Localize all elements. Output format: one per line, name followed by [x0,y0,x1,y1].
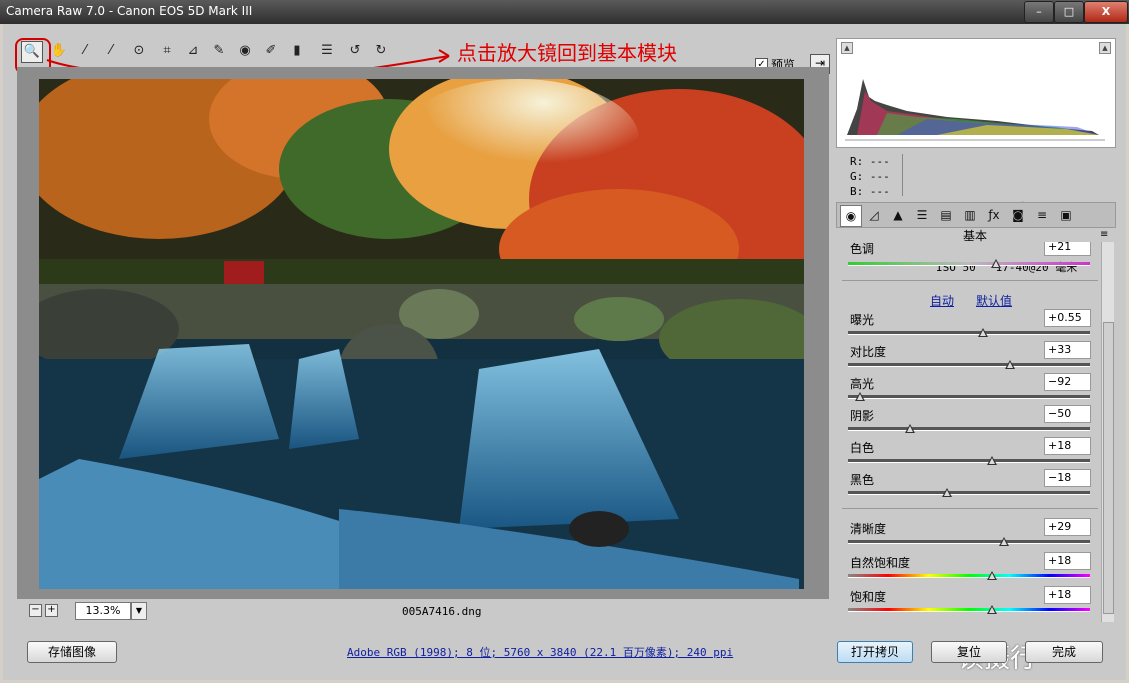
tab-split-toning-icon[interactable]: ▤ [936,205,956,225]
histogram-graph [845,55,1105,141]
divider [842,508,1098,509]
tab-lens-icon[interactable]: ▥ [960,205,980,225]
minimize-button[interactable]: – [1024,1,1054,23]
zoom-in-button[interactable]: + [45,604,58,617]
tab-snapshots-icon[interactable]: ▣ [1056,205,1076,225]
tab-hsl-icon[interactable]: ☰ [912,205,932,225]
slider-value[interactable]: +18 [1044,552,1091,570]
slider-value[interactable]: +18 [1044,437,1091,455]
tab-tone-curve-icon[interactable]: ◿ [864,205,884,225]
slider-track[interactable] [848,608,1090,612]
zoom-dropdown[interactable]: ▼ [131,602,147,620]
image-canvas[interactable] [17,67,829,621]
tab-presets-icon[interactable]: ≡ [1032,205,1052,225]
camera-raw-dialog: 🔍 ✋ ⁄ ⁄ ⊙ ⌗ ⊿ ✎ ◉ ✐ ▮ ☰ ↺ ↻ 点击放大镜回到基本模块 … [3,24,1126,680]
slider-label: 对比度 [850,345,887,359]
done-button[interactable]: 完成 [1025,641,1103,663]
info-divider [902,154,903,196]
histogram: ▲ ▲ [836,38,1116,148]
reset-button[interactable]: 复位 [931,641,1007,663]
close-button[interactable]: X [1084,1,1128,23]
slider-track[interactable] [848,459,1090,463]
slider-thumb[interactable] [942,488,952,497]
default-link[interactable]: 默认值 [976,292,1012,309]
zoom-bar: − + 13.3% ▼ 005A7416.dng [17,599,829,621]
slider-label: 白色 [850,441,875,455]
auto-link[interactable]: 自动 [930,292,954,309]
info-panel: R: --- G: --- B: --- f/16 1.30 秒 ISO 50 … [836,150,1114,274]
zoom-level[interactable]: 13.3% [75,602,131,620]
slider-value[interactable]: +21 [1044,242,1091,256]
slider-track[interactable] [848,395,1090,399]
slider-track[interactable] [848,363,1090,367]
toolbar: 🔍 ✋ ⁄ ⁄ ⊙ ⌗ ⊿ ✎ ◉ ✐ ▮ ☰ ↺ ↻ 点击放大镜回到基本模块 … [13,34,830,78]
basic-panel: 色调 +21 自动 默认值 曝光 +0.55 对比度 +33 高光 −92 阴影… [836,242,1100,622]
slider-value[interactable]: +33 [1044,341,1091,359]
slider-value[interactable]: +29 [1044,518,1091,536]
rgb-g: G: --- [850,170,890,183]
title-bar: Camera Raw 7.0 - Canon EOS 5D Mark III –… [0,0,1129,24]
panel-tabs: ◉ ◿ ▲ ☰ ▤ ▥ ƒx ◙ ≡ ▣ [836,202,1116,228]
scrollbar-thumb[interactable] [1103,322,1114,614]
slider-thumb[interactable] [978,328,988,337]
slider-label: 清晰度 [850,522,887,536]
photo-preview [39,79,804,589]
panel-scrollbar[interactable] [1101,242,1114,622]
slider-value[interactable]: +18 [1044,586,1091,604]
slider-label: 色调 [850,242,875,256]
slider-value[interactable]: −50 [1044,405,1091,423]
bottom-bar: 存储图像 Adobe RGB (1998); 8 位; 5760 x 3840 … [3,630,1126,680]
panel-title: 基本 [962,229,987,243]
slider-thumb[interactable] [987,456,997,465]
slider-thumb[interactable] [855,392,865,401]
open-copy-button[interactable]: 打开拷贝 [837,641,913,663]
workflow-options-link[interactable]: Adobe RGB (1998); 8 位; 5760 x 3840 (22.1… [347,644,733,660]
slider-track[interactable] [848,427,1090,431]
slider-track[interactable] [848,331,1090,335]
maximize-button[interactable]: □ [1054,1,1084,23]
slider-track[interactable] [848,574,1090,578]
rgb-b: B: --- [850,185,890,198]
slider-thumb[interactable] [1005,360,1015,369]
slider-label: 黑色 [850,473,875,487]
slider-thumb[interactable] [987,605,997,614]
slider-label: 高光 [850,377,875,391]
tab-detail-icon[interactable]: ▲ [888,205,908,225]
rgb-r: R: --- [850,155,890,168]
slider-thumb[interactable] [991,259,1001,268]
slider-label: 曝光 [850,313,875,327]
window-title: Camera Raw 7.0 - Canon EOS 5D Mark III [6,4,253,18]
panel-menu-icon[interactable]: ≡ [1100,229,1108,240]
slider-label: 饱和度 [850,590,887,604]
slider-thumb[interactable] [999,537,1009,546]
divider [842,280,1098,281]
tab-camera-calibration-icon[interactable]: ◙ [1008,205,1028,225]
slider-track[interactable] [848,540,1090,544]
slider-label: 阴影 [850,409,875,423]
slider-thumb[interactable] [987,571,997,580]
slider-track[interactable] [848,262,1090,266]
zoom-out-button[interactable]: − [29,604,42,617]
tab-basic-icon[interactable]: ◉ [840,205,862,227]
annotation-text: 点击放大镜回到基本模块 [457,41,677,65]
save-image-button[interactable]: 存储图像 [27,641,117,663]
slider-value[interactable]: +0.55 [1044,309,1091,327]
slider-value[interactable]: −92 [1044,373,1091,391]
slider-thumb[interactable] [905,424,915,433]
slider-label: 自然饱和度 [850,556,911,570]
slider-value[interactable]: −18 [1044,469,1091,487]
filename: 005A7416.dng [402,605,482,618]
slider-track[interactable] [848,491,1090,495]
tab-effects-icon[interactable]: ƒx [984,205,1004,225]
